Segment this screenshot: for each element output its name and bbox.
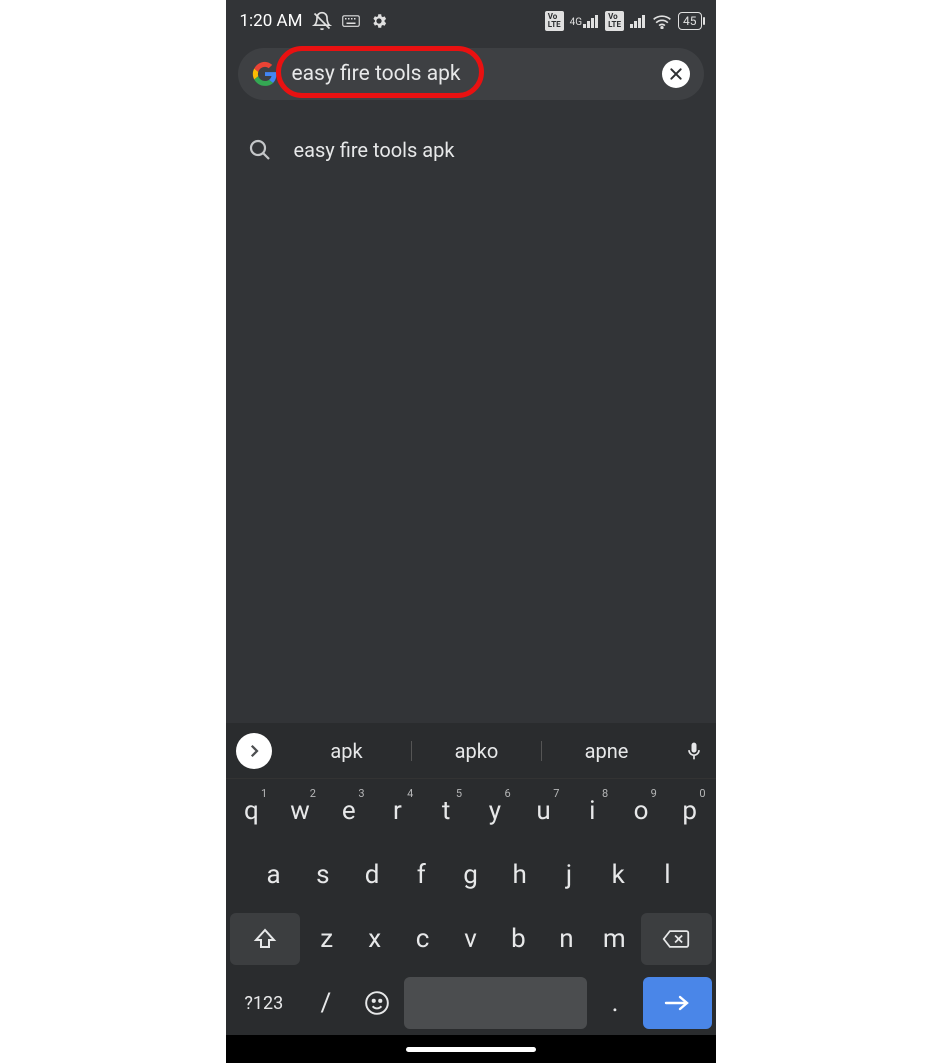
- key-s[interactable]: s: [301, 849, 345, 901]
- search-input[interactable]: easy fire tools apk: [292, 62, 461, 86]
- clock-text: 1:20 AM: [240, 11, 303, 31]
- enter-key[interactable]: [643, 977, 712, 1029]
- key-v[interactable]: v: [449, 913, 492, 965]
- signal-icon: [583, 14, 599, 28]
- key-g[interactable]: g: [448, 849, 492, 901]
- period-key[interactable]: .: [592, 977, 638, 1029]
- network-4g-icon: 4G: [570, 18, 582, 28]
- shift-key[interactable]: [230, 913, 301, 965]
- symbols-key[interactable]: ?123: [230, 977, 299, 1029]
- keyboard-row-2: asdfghjkl: [226, 843, 716, 907]
- volte-badge-icon: VoLTE: [605, 11, 624, 31]
- key-f[interactable]: f: [399, 849, 443, 901]
- word-suggestion[interactable]: apk: [282, 739, 412, 763]
- voice-input-button[interactable]: [672, 739, 716, 763]
- home-indicator[interactable]: [406, 1047, 536, 1052]
- key-k[interactable]: k: [596, 849, 640, 901]
- keyboard-row-1: q1w2e3r4t5y6u7i8o9p0: [226, 779, 716, 843]
- arrow-right-icon: [663, 994, 691, 1012]
- key-q[interactable]: q1: [230, 785, 274, 837]
- keyboard-row-3: zxcvbnm: [226, 907, 716, 971]
- key-p[interactable]: p0: [668, 785, 712, 837]
- on-screen-keyboard: apk apko apne q1w2e3r4t5y6u7i8o9p0 asdfg…: [226, 723, 716, 1035]
- search-bar[interactable]: easy fire tools apk: [238, 48, 704, 100]
- key-j[interactable]: j: [547, 849, 591, 901]
- key-t[interactable]: t5: [424, 785, 468, 837]
- key-e[interactable]: e3: [327, 785, 371, 837]
- key-d[interactable]: d: [350, 849, 394, 901]
- shift-icon: [253, 927, 277, 951]
- keyboard-suggestion-strip: apk apko apne: [226, 723, 716, 779]
- keyboard-row-4: ?123 / .: [226, 971, 716, 1035]
- suggestion-text: easy fire tools apk: [294, 138, 455, 162]
- navigation-bar: [226, 1035, 716, 1063]
- microphone-icon: [684, 739, 704, 763]
- vibrate-off-icon: [312, 11, 332, 31]
- signal-icon: [630, 14, 646, 28]
- key-b[interactable]: b: [497, 913, 540, 965]
- key-a[interactable]: a: [252, 849, 296, 901]
- close-icon: [668, 66, 684, 82]
- key-x[interactable]: x: [353, 913, 396, 965]
- suggestion-list: easy fire tools apk: [226, 106, 716, 176]
- phone-frame: 1:20 AM VoLTE 4G VoLTE: [226, 0, 716, 1063]
- search-icon: [248, 138, 272, 162]
- clear-search-button[interactable]: [662, 60, 690, 88]
- search-bar-container: easy fire tools apk: [226, 42, 716, 106]
- backspace-icon: [662, 928, 690, 950]
- key-n[interactable]: n: [545, 913, 588, 965]
- key-i[interactable]: i8: [570, 785, 614, 837]
- key-r[interactable]: r4: [376, 785, 420, 837]
- suggestion-item[interactable]: easy fire tools apk: [226, 124, 716, 176]
- spacebar-key[interactable]: [404, 977, 587, 1029]
- key-l[interactable]: l: [645, 849, 689, 901]
- key-h[interactable]: h: [498, 849, 542, 901]
- chevron-right-icon: [245, 742, 263, 760]
- status-bar: 1:20 AM VoLTE 4G VoLTE: [226, 0, 716, 42]
- keyboard-small-icon: [342, 14, 360, 28]
- battery-indicator: 45: [678, 12, 702, 30]
- word-suggestion[interactable]: apko: [412, 739, 542, 763]
- key-w[interactable]: w2: [278, 785, 322, 837]
- key-o[interactable]: o9: [619, 785, 663, 837]
- wifi-icon: [652, 13, 672, 29]
- emoji-icon: [364, 990, 390, 1016]
- word-suggestion[interactable]: apne: [542, 739, 672, 763]
- backspace-key[interactable]: [641, 913, 712, 965]
- gear-icon: [370, 12, 388, 30]
- google-logo-icon: [252, 61, 278, 87]
- key-z[interactable]: z: [305, 913, 348, 965]
- key-y[interactable]: y6: [473, 785, 517, 837]
- volte-badge-icon: VoLTE: [545, 11, 564, 31]
- key-m[interactable]: m: [593, 913, 636, 965]
- key-u[interactable]: u7: [522, 785, 566, 837]
- key-c[interactable]: c: [401, 913, 444, 965]
- emoji-key[interactable]: [354, 977, 400, 1029]
- slash-key[interactable]: /: [303, 977, 349, 1029]
- expand-suggestions-button[interactable]: [236, 733, 272, 769]
